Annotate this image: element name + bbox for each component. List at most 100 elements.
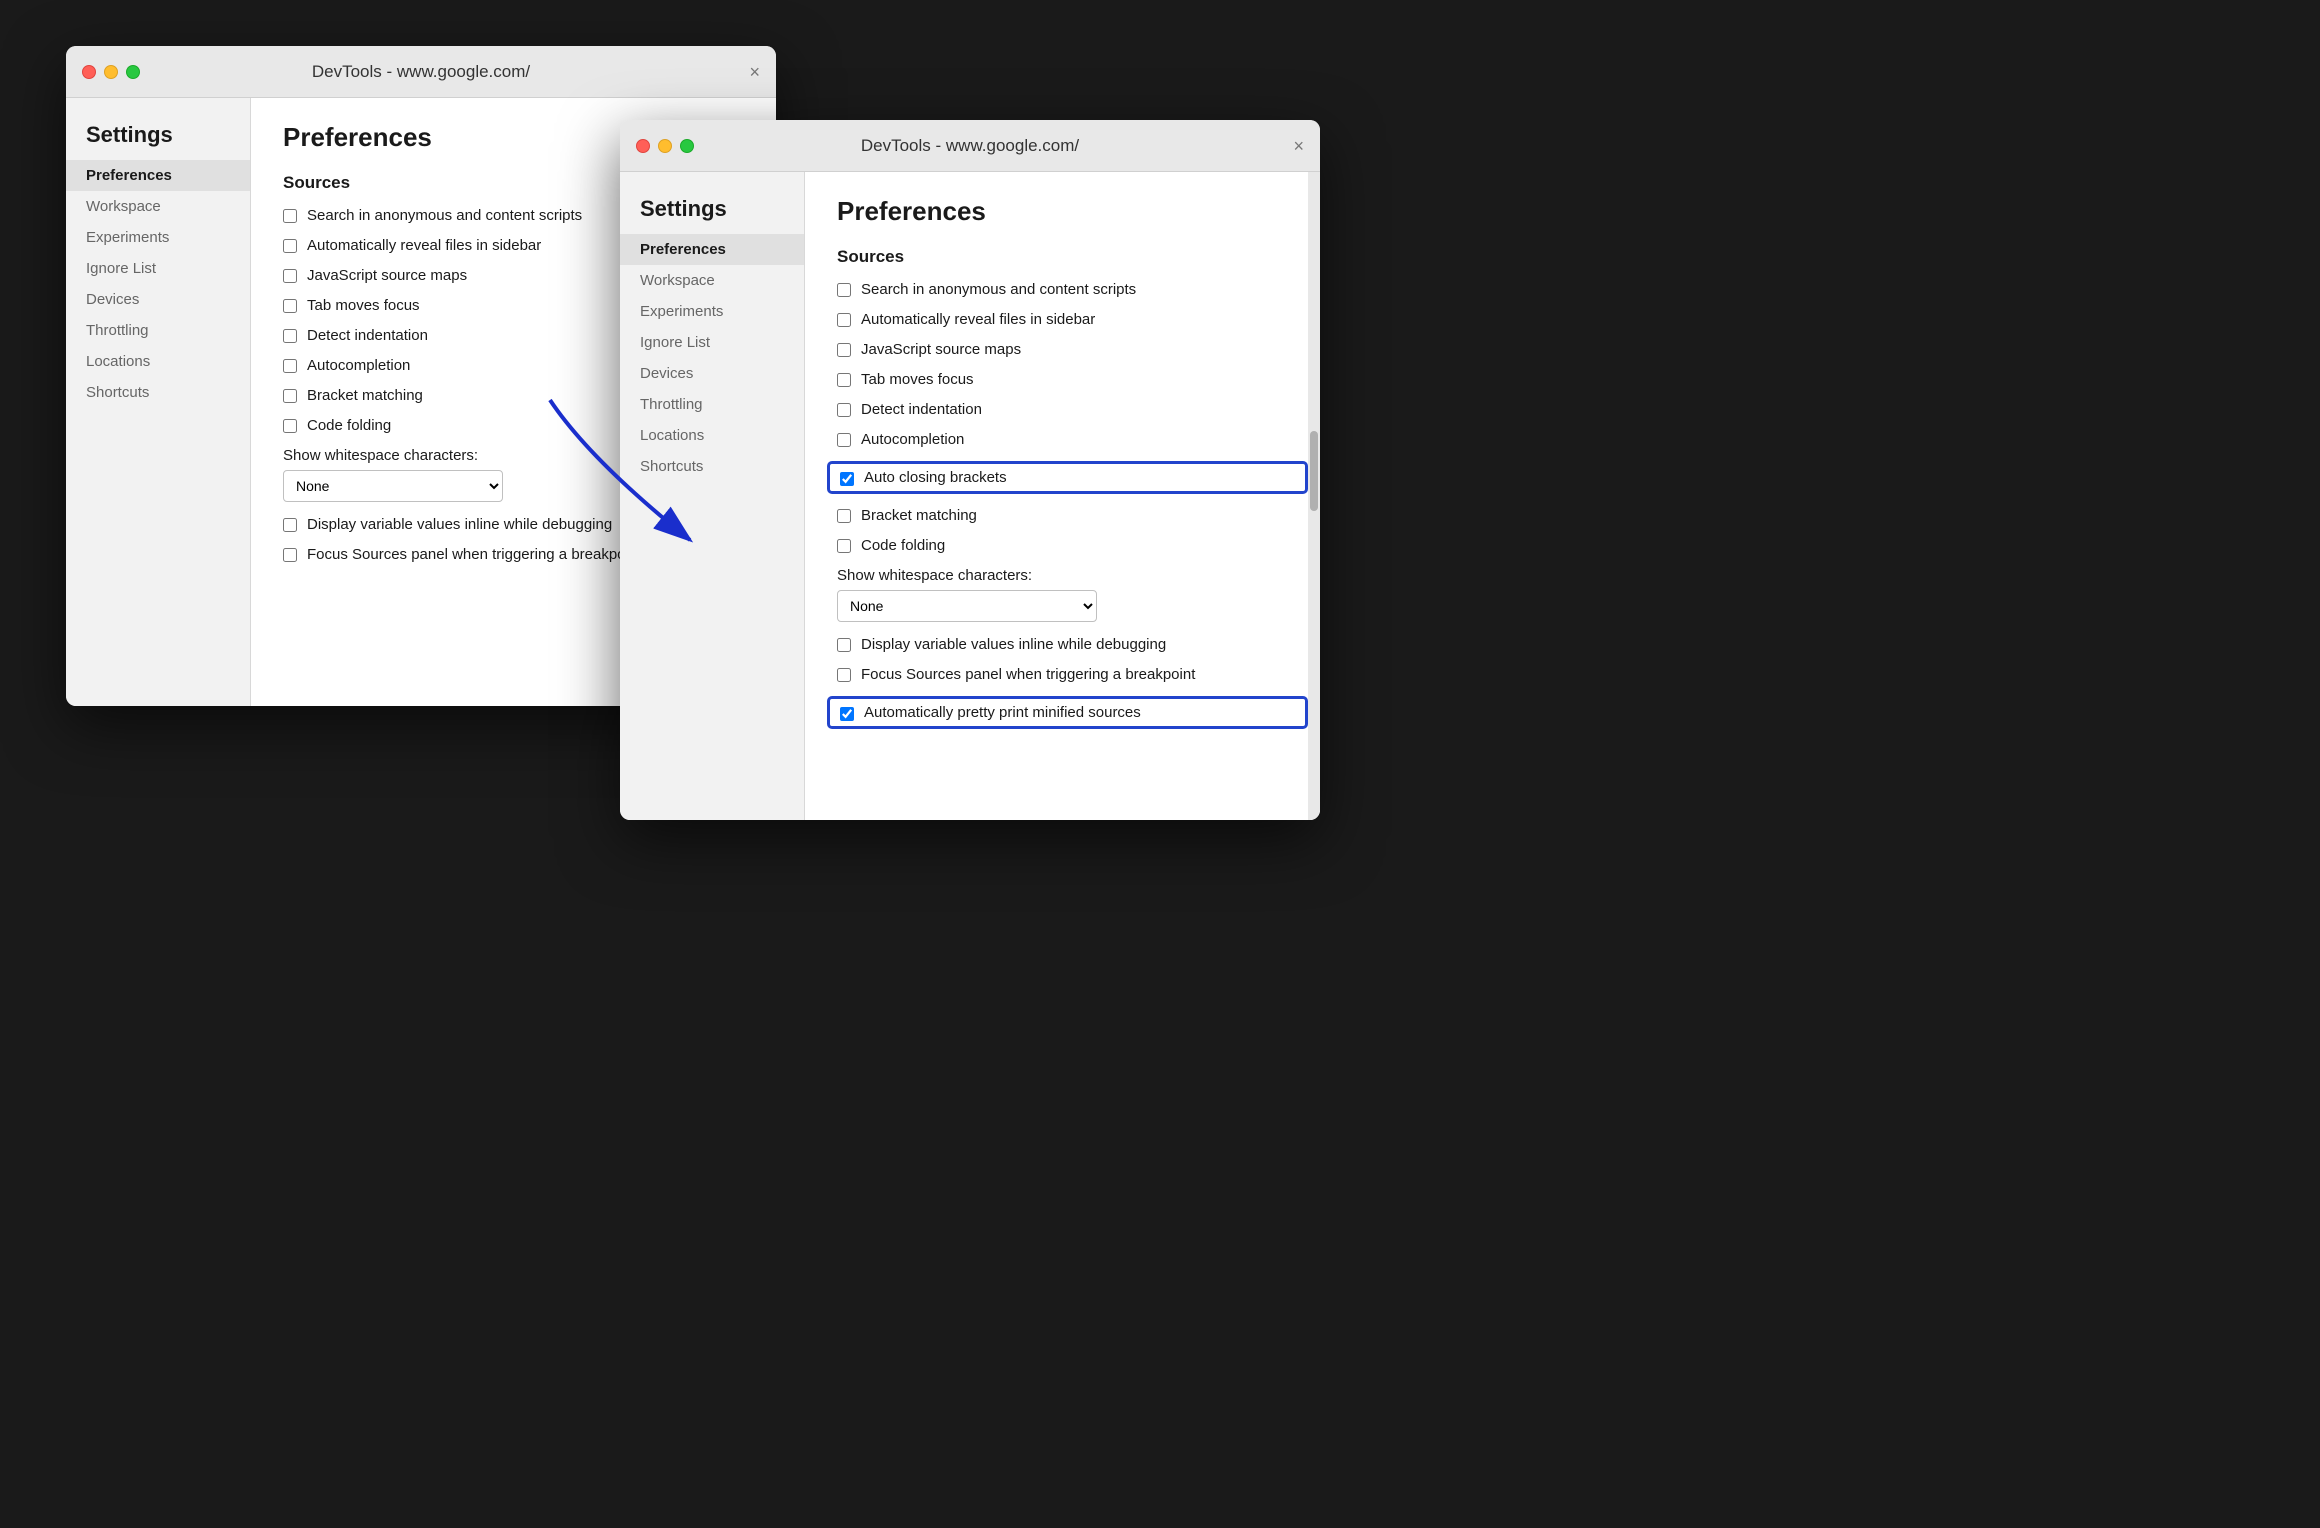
- checkbox-reveal-files-label-2: Automatically reveal files in sidebar: [861, 311, 1095, 328]
- checkbox-auto-closing-2: Auto closing brackets: [827, 461, 1308, 494]
- checkbox-bracket-match-label-1: Bracket matching: [307, 387, 423, 404]
- checkbox-autocomplete-label-2: Autocompletion: [861, 431, 964, 448]
- checkbox-detect-indent-label-2: Detect indentation: [861, 401, 982, 418]
- checkbox-bracket-match-input-2[interactable]: [837, 509, 851, 523]
- titlebar-2: DevTools - www.google.com/ ×: [620, 120, 1320, 172]
- sidebar-item-workspace-2[interactable]: Workspace: [620, 265, 804, 296]
- checkbox-reveal-files-label-1: Automatically reveal files in sidebar: [307, 237, 541, 254]
- minimize-traffic-light[interactable]: [104, 65, 118, 79]
- maximize-traffic-light-2[interactable]: [680, 139, 694, 153]
- sidebar-item-ignorelist-1[interactable]: Ignore List: [66, 253, 250, 284]
- checkbox-search-anon-input-1[interactable]: [283, 209, 297, 223]
- checkbox-detect-indent-input-2[interactable]: [837, 403, 851, 417]
- checkbox-js-sourcemaps-input-2[interactable]: [837, 343, 851, 357]
- checkbox-tab-focus-2: Tab moves focus: [837, 371, 1304, 388]
- sidebar-item-ignorelist-2[interactable]: Ignore List: [620, 327, 804, 358]
- sidebar-item-shortcuts-1[interactable]: Shortcuts: [66, 377, 250, 408]
- close-traffic-light-2[interactable]: [636, 139, 650, 153]
- sidebar-item-preferences-2[interactable]: Preferences: [620, 234, 804, 265]
- sidebar-item-devices-1[interactable]: Devices: [66, 284, 250, 315]
- checkbox-tab-focus-input-1[interactable]: [283, 299, 297, 313]
- checkbox-code-fold-label-1: Code folding: [307, 417, 391, 434]
- traffic-lights-1: [82, 65, 140, 79]
- sidebar-1: Settings Preferences Workspace Experimen…: [66, 98, 251, 706]
- sidebar-item-locations-1[interactable]: Locations: [66, 346, 250, 377]
- scrollbar-thumb-2[interactable]: [1310, 431, 1318, 511]
- checkbox-bracket-match-label-2: Bracket matching: [861, 507, 977, 524]
- checkbox-autocomplete-label-1: Autocompletion: [307, 357, 410, 374]
- checkbox-tab-focus-label-1: Tab moves focus: [307, 297, 420, 314]
- checkbox-reveal-files-input-2[interactable]: [837, 313, 851, 327]
- checkbox-js-sourcemaps-input-1[interactable]: [283, 269, 297, 283]
- checkbox-autocomplete-2: Autocompletion: [837, 431, 1304, 448]
- checkbox-autocomplete-input-2[interactable]: [837, 433, 851, 447]
- titlebar-1: DevTools - www.google.com/ ×: [66, 46, 776, 98]
- checkbox-code-fold-input-1[interactable]: [283, 419, 297, 433]
- checkbox-search-anon-label-2: Search in anonymous and content scripts: [861, 281, 1136, 298]
- checkbox-search-anon-2: Search in anonymous and content scripts: [837, 281, 1304, 298]
- whitespace-select-row-2: Show whitespace characters: None All Tra…: [837, 567, 1304, 622]
- whitespace-select-1[interactable]: None All Trailing: [283, 470, 503, 502]
- content-pane-2: Preferences Sources Search in anonymous …: [805, 172, 1320, 820]
- sidebar-heading-1: Settings: [66, 114, 250, 160]
- sidebar-item-locations-2[interactable]: Locations: [620, 420, 804, 451]
- checkbox-code-fold-label-2: Code folding: [861, 537, 945, 554]
- sidebar-item-preferences-1[interactable]: Preferences: [66, 160, 250, 191]
- checkbox-bracket-match-input-1[interactable]: [283, 389, 297, 403]
- pane-title-2: Preferences: [837, 196, 1304, 227]
- section-sources-2: Sources: [837, 247, 1304, 267]
- checkbox-focus-sources-input-2[interactable]: [837, 668, 851, 682]
- checkbox-display-var-input-2[interactable]: [837, 638, 851, 652]
- checkbox-focus-sources-label-1: Focus Sources panel when triggering a br…: [307, 546, 641, 563]
- minimize-traffic-light-2[interactable]: [658, 139, 672, 153]
- checkbox-display-var-label-2: Display variable values inline while deb…: [861, 636, 1166, 653]
- sidebar-item-experiments-1[interactable]: Experiments: [66, 222, 250, 253]
- checkbox-reveal-files-input-1[interactable]: [283, 239, 297, 253]
- checkbox-auto-closing-input-2[interactable]: [840, 472, 854, 486]
- checkbox-focus-sources-label-2: Focus Sources panel when triggering a br…: [861, 666, 1195, 683]
- checkbox-pretty-print-input-2[interactable]: [840, 707, 854, 721]
- checkbox-tab-focus-label-2: Tab moves focus: [861, 371, 974, 388]
- checkbox-detect-indent-label-1: Detect indentation: [307, 327, 428, 344]
- checkbox-detect-indent-2: Detect indentation: [837, 401, 1304, 418]
- checkbox-code-fold-input-2[interactable]: [837, 539, 851, 553]
- devtools-window-2: DevTools - www.google.com/ × Settings Pr…: [620, 120, 1320, 820]
- checkbox-focus-sources-2: Focus Sources panel when triggering a br…: [837, 666, 1304, 683]
- sidebar-item-devices-2[interactable]: Devices: [620, 358, 804, 389]
- whitespace-label-2: Show whitespace characters:: [837, 567, 1304, 584]
- sidebar-item-shortcuts-2[interactable]: Shortcuts: [620, 451, 804, 482]
- checkbox-pretty-print-2: Automatically pretty print minified sour…: [827, 696, 1308, 729]
- close-button-2[interactable]: ×: [1293, 137, 1304, 155]
- traffic-lights-2: [636, 139, 694, 153]
- close-button-1[interactable]: ×: [749, 63, 760, 81]
- checkbox-reveal-files-2: Automatically reveal files in sidebar: [837, 311, 1304, 328]
- checkbox-display-var-label-1: Display variable values inline while deb…: [307, 516, 612, 533]
- checkbox-focus-sources-input-1[interactable]: [283, 548, 297, 562]
- checkbox-js-sourcemaps-2: JavaScript source maps: [837, 341, 1304, 358]
- checkbox-detect-indent-input-1[interactable]: [283, 329, 297, 343]
- maximize-traffic-light[interactable]: [126, 65, 140, 79]
- checkbox-display-var-2: Display variable values inline while deb…: [837, 636, 1304, 653]
- titlebar-title-2: DevTools - www.google.com/: [861, 136, 1079, 156]
- sidebar-item-experiments-2[interactable]: Experiments: [620, 296, 804, 327]
- sidebar-item-workspace-1[interactable]: Workspace: [66, 191, 250, 222]
- checkbox-display-var-input-1[interactable]: [283, 518, 297, 532]
- sidebar-item-throttling-2[interactable]: Throttling: [620, 389, 804, 420]
- sidebar-2: Settings Preferences Workspace Experimen…: [620, 172, 805, 820]
- checkbox-pretty-print-label-2: Automatically pretty print minified sour…: [864, 704, 1141, 721]
- checkbox-tab-focus-input-2[interactable]: [837, 373, 851, 387]
- checkbox-autocomplete-input-1[interactable]: [283, 359, 297, 373]
- checkbox-auto-closing-label-2: Auto closing brackets: [864, 469, 1007, 486]
- settings-body-2: Settings Preferences Workspace Experimen…: [620, 172, 1320, 820]
- checkbox-bracket-match-2: Bracket matching: [837, 507, 1304, 524]
- checkbox-js-sourcemaps-label-2: JavaScript source maps: [861, 341, 1021, 358]
- titlebar-title-1: DevTools - www.google.com/: [312, 62, 530, 82]
- checkbox-search-anon-input-2[interactable]: [837, 283, 851, 297]
- scrollbar-2[interactable]: [1308, 172, 1320, 820]
- whitespace-select-2[interactable]: None All Trailing: [837, 590, 1097, 622]
- checkbox-search-anon-label-1: Search in anonymous and content scripts: [307, 207, 582, 224]
- close-traffic-light[interactable]: [82, 65, 96, 79]
- sidebar-item-throttling-1[interactable]: Throttling: [66, 315, 250, 346]
- checkbox-code-fold-2: Code folding: [837, 537, 1304, 554]
- sidebar-heading-2: Settings: [620, 188, 804, 234]
